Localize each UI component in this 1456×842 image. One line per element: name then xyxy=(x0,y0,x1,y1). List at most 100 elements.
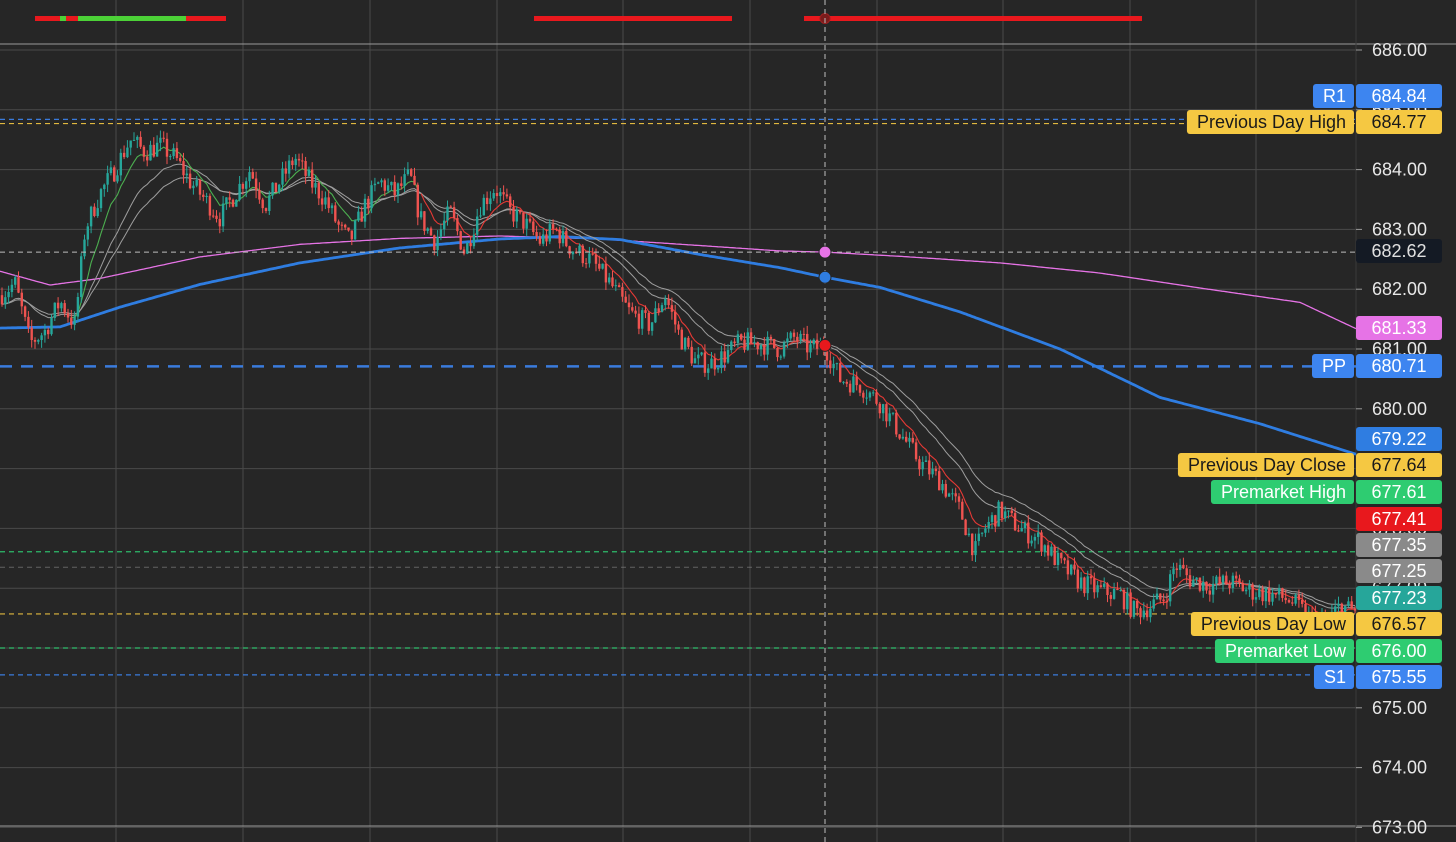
candle-body-122 xyxy=(403,174,406,186)
candle-body-338 xyxy=(1116,588,1119,591)
candle-body-57 xyxy=(188,173,192,189)
candle-body-166 xyxy=(548,224,551,242)
candle-body-341 xyxy=(1126,592,1129,610)
candle-body-34 xyxy=(113,167,116,182)
candle-body-134 xyxy=(443,220,446,230)
candle-body-25 xyxy=(83,239,86,257)
candle-body-167 xyxy=(551,224,555,229)
candle-body-53 xyxy=(175,148,179,159)
candle-body-108 xyxy=(357,211,360,221)
candle-body-337 xyxy=(1112,588,1116,599)
candle-body-82 xyxy=(271,182,274,196)
candle-body-194 xyxy=(641,310,644,329)
level-tag-5-text: 676.57 xyxy=(1371,614,1426,634)
candle-body-253 xyxy=(835,363,839,365)
candle-body-106 xyxy=(350,230,353,240)
candle-body-376 xyxy=(1241,582,1244,592)
signal-bar-0-1 xyxy=(60,16,66,21)
candle-body-292 xyxy=(964,519,967,536)
candle-body-314 xyxy=(1037,532,1040,537)
candle-body-343 xyxy=(1132,600,1136,617)
candle-body-348 xyxy=(1149,608,1152,618)
candle-body-8 xyxy=(27,316,30,328)
candle-body-89 xyxy=(294,158,297,166)
candle-body-319 xyxy=(1053,546,1056,566)
candle-body-2 xyxy=(7,291,10,298)
candle-body-258 xyxy=(852,376,855,393)
candle-body-38 xyxy=(126,147,129,158)
candle-body-183 xyxy=(604,263,608,283)
candle-body-271 xyxy=(895,412,898,435)
candle-body-69 xyxy=(228,197,231,200)
candle-body-186 xyxy=(614,285,617,287)
candle-body-233 xyxy=(769,336,773,339)
candle-body-382 xyxy=(1261,588,1264,602)
candle-body-94 xyxy=(311,169,314,188)
candle-body-45 xyxy=(149,144,152,161)
candle-body-19 xyxy=(63,303,66,314)
candle-body-87 xyxy=(287,160,291,174)
level-label-text-2: PP xyxy=(1322,356,1346,376)
candle-body-153 xyxy=(505,194,509,197)
candle-body-222 xyxy=(733,341,736,344)
level-label-text-6: Premarket Low xyxy=(1225,641,1347,661)
price-chart[interactable]: 686.00685.00684.00683.00682.00681.00680.… xyxy=(0,0,1456,842)
candle-body-385 xyxy=(1271,592,1274,602)
marker-ema_fast xyxy=(818,338,832,352)
candle-body-97 xyxy=(320,198,324,205)
candle-body-315 xyxy=(1040,532,1043,552)
candle-body-346 xyxy=(1142,610,1145,618)
candle-body-24 xyxy=(80,256,83,297)
candle-body-205 xyxy=(677,324,680,330)
candle-body-37 xyxy=(122,152,126,158)
candle-body-157 xyxy=(518,210,522,213)
candle-body-1 xyxy=(4,297,7,305)
candle-body-79 xyxy=(261,199,264,209)
candle-body-16 xyxy=(53,302,56,318)
candle-body-363 xyxy=(1198,577,1202,591)
candle-body-102 xyxy=(337,221,340,225)
candle-body-78 xyxy=(258,190,261,200)
candle-body-305 xyxy=(1007,510,1010,512)
candle-body-147 xyxy=(485,197,489,205)
candle-body-368 xyxy=(1215,576,1218,584)
candle-body-355 xyxy=(1172,568,1175,575)
candle-body-360 xyxy=(1188,575,1192,587)
price-tag-5-text: 677.25 xyxy=(1371,561,1426,581)
candle-body-123 xyxy=(406,169,410,175)
signal-bar-0-3 xyxy=(78,16,186,21)
candle-body-310 xyxy=(1023,522,1027,529)
candle-body-231 xyxy=(763,344,766,355)
candle-body-267 xyxy=(881,404,885,414)
candle-body-47 xyxy=(155,142,159,157)
candle-body-32 xyxy=(106,173,109,185)
candle-body-184 xyxy=(608,277,611,283)
candle-body-11 xyxy=(37,340,40,342)
candle-body-188 xyxy=(621,287,624,297)
candle-body-279 xyxy=(921,461,924,470)
candle-body-308 xyxy=(1017,530,1020,532)
candle-body-203 xyxy=(670,305,674,312)
candle-body-185 xyxy=(611,277,614,287)
candle-body-143 xyxy=(472,234,476,247)
candle-body-213 xyxy=(703,352,707,373)
candle-body-245 xyxy=(809,344,812,353)
candle-body-247 xyxy=(815,339,819,349)
candle-body-352 xyxy=(1162,599,1165,602)
candle-body-13 xyxy=(43,329,47,336)
signal-bar-0-0 xyxy=(35,16,60,21)
candle-body-150 xyxy=(495,193,499,197)
candle-body-99 xyxy=(327,197,330,209)
candle-body-285 xyxy=(941,483,944,491)
level-tag-4-text: 677.61 xyxy=(1371,482,1426,502)
candle-body-311 xyxy=(1027,522,1030,544)
candle-body-30 xyxy=(99,189,103,209)
axis-tick-label-3: 683.00 xyxy=(1372,219,1427,239)
candle-body-320 xyxy=(1056,552,1060,566)
candle-body-334 xyxy=(1103,583,1106,587)
candle-body-225 xyxy=(743,339,746,350)
candle-body-15 xyxy=(50,317,53,335)
candle-body-64 xyxy=(212,215,215,217)
level-label-text-1: Previous Day High xyxy=(1197,112,1346,132)
candle-body-241 xyxy=(796,336,799,341)
